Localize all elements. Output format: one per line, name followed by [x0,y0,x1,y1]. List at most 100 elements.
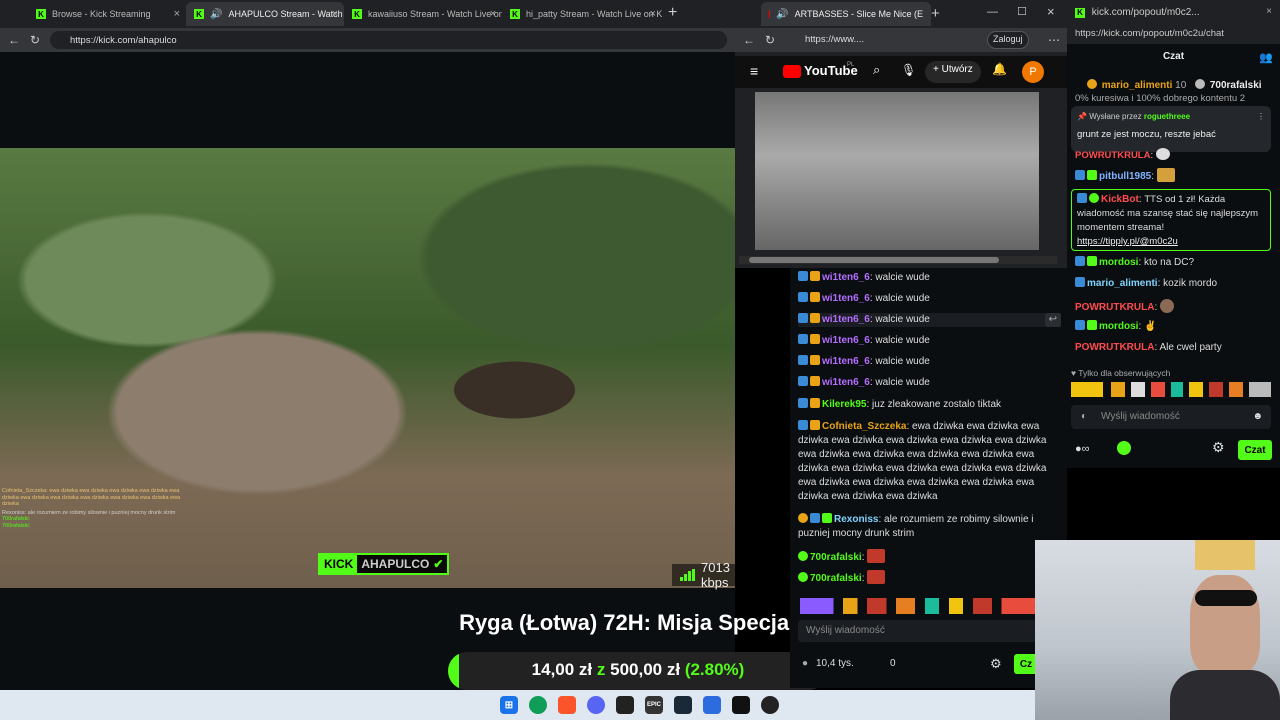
kick-favicon-icon: K [1075,8,1085,18]
tab-ahapulco[interactable]: K 🔊 AHAPULCO Stream - Watch Li × [186,2,344,26]
reload-icon[interactable]: ↻ [765,33,775,47]
gifter-icon [1195,79,1206,89]
emote-icon [1155,148,1170,160]
notifications-icon[interactable]: 🔔 [992,62,1007,76]
url-text[interactable]: https://www.... [805,34,864,45]
maximize-icon[interactable]: ☐ [1017,5,1027,18]
tab-kawaiiuso[interactable]: K kawaiiuso Stream - Watch Live on × [344,2,502,26]
close-window-icon[interactable]: × [1266,5,1272,19]
youtube-video[interactable] [755,92,1039,250]
settings-icon[interactable]: ⚙ [1212,440,1225,454]
store-icon[interactable] [703,696,721,714]
close-icon[interactable]: × [490,8,496,20]
menu-icon[interactable]: ≡ [750,63,758,79]
avatar[interactable]: P [1022,61,1044,83]
chat-username[interactable]: wi1ten6_6 [822,293,870,304]
new-tab-icon[interactable]: + [931,5,940,22]
popout-send-button[interactable]: Czat [1238,440,1272,460]
chat-username[interactable]: 700rafalski [810,552,862,563]
tab-hi-patty[interactable]: K hi_patty Stream - Watch Live on K × [502,2,662,26]
back-icon[interactable]: ← [8,33,20,47]
close-icon[interactable]: × [174,8,180,20]
tab-artbasses[interactable]: 🔊 ARTBASSES - Slice Me Nice (E [761,2,931,26]
chat-text: walcie wude [875,377,930,388]
brave-icon[interactable] [558,696,576,714]
kick-channel-badge: KICK AHAPULCO ✔ [318,553,450,575]
chat-username[interactable]: wi1ten6_6 [822,335,870,346]
settings-icon[interactable]: ⚙ [990,656,1002,672]
youtube-logo-icon[interactable] [783,65,801,78]
steam-icon[interactable] [674,696,692,714]
url-input[interactable]: https://kick.com/ahapulco [50,31,727,49]
close-icon[interactable]: × [332,8,338,20]
chat-username[interactable]: Rexoniss [834,514,878,525]
more-vertical-icon[interactable]: ⋮ [1257,110,1265,124]
reply-icon[interactable]: ↩ [1044,313,1061,327]
popout-url-bar: https://kick.com/popout/m0c2u/chat [1067,24,1280,44]
emote-bar[interactable] [800,598,1040,614]
minimize-icon[interactable]: — [987,6,998,18]
chat-username[interactable]: pitbull1985 [1099,171,1151,182]
app-icon[interactable] [616,696,634,714]
kick-favicon-icon: K [36,9,46,19]
chat-input[interactable]: Wyślij wiadomość [798,620,1048,642]
chat-username[interactable]: mario_alimenti [1087,278,1158,289]
horizontal-scrollbar[interactable] [739,256,1057,264]
reload-icon[interactable]: ↻ [30,33,40,47]
back-icon[interactable]: ← [743,33,755,47]
bitrate-indicator: 7013 kbps [672,560,738,590]
subscriber-badge-icon [1075,256,1085,266]
chat-username[interactable]: wi1ten6_6 [822,356,870,367]
chat-message: POWRUTKRULA: [1075,148,1170,163]
chat-username[interactable]: POWRUTKRULA [1075,302,1154,313]
points-icon[interactable]: ●∞ [1075,442,1090,456]
gifter-name[interactable]: mario_alimenti [1102,80,1173,91]
close-window-icon[interactable]: × [1047,4,1055,19]
chat-username[interactable]: wi1ten6_6 [822,272,870,283]
users-icon[interactable]: 👥 [1259,51,1273,65]
crown-badge-icon [810,420,820,430]
popout-url[interactable]: https://kick.com/popout/m0c2u/chat [1075,28,1224,39]
chat-username[interactable]: Cofnieta_Szczeka [822,421,906,432]
microphone-icon[interactable]: 🎙 [901,63,916,77]
chat-username[interactable]: 700rafalski [810,573,862,584]
chat-username[interactable]: wi1ten6_6 [822,314,870,325]
obs-icon[interactable] [732,696,750,714]
app-icon-2[interactable] [761,696,779,714]
emote-bar[interactable] [1071,382,1271,397]
vip-badge-icon [822,513,832,523]
close-icon[interactable]: × [650,8,656,20]
chat-username[interactable]: POWRUTKRULA [1075,150,1150,161]
popout-chat-input[interactable]: ◐ Wyślij wiadomość ☻ [1071,405,1271,429]
kick-logo-icon[interactable] [1117,441,1131,455]
gifter-name[interactable]: 700rafalski [1210,80,1262,91]
chat-username[interactable]: POWRUTKRULA [1075,342,1154,353]
edge-icon[interactable] [529,696,547,714]
pinned-by-user[interactable]: roguethreee [1144,112,1190,121]
chat-username[interactable]: mordosi [1099,321,1138,332]
followers-only-text: Tylko dla obserwujących [1078,368,1171,378]
windows-start-icon[interactable]: ⊞ [500,696,518,714]
chat-username[interactable]: mordosi [1099,257,1138,268]
tab-browse[interactable]: K Browse - Kick Streaming × [28,2,186,26]
create-label: Utwórz [941,64,973,75]
epic-games-icon[interactable]: EPIC [645,696,663,714]
chat-message: 700rafalski: [798,570,1061,586]
search-icon[interactable]: ⌕ [873,62,880,78]
more-icon[interactable]: ⋯ [1048,33,1060,47]
new-tab-icon[interactable]: + [668,4,677,22]
scrollbar-thumb[interactable] [749,257,999,263]
login-button[interactable]: Zaloguj [987,31,1029,49]
kickbot-link[interactable]: https://tipply.pl/@m0c2u [1077,235,1265,249]
chat-text: ewa dziwka ewa dziwka ewa dziwka ewa dzi… [798,421,1047,502]
discord-icon[interactable] [587,696,605,714]
verified-badge-icon [1089,193,1099,203]
chat-username[interactable]: Kilerek95 [822,399,866,410]
goal-percent: (2.80%) [684,660,745,679]
emoji-icon[interactable]: ☻ [1252,410,1263,424]
chat-username[interactable]: wi1ten6_6 [822,377,870,388]
sunglasses [1195,590,1257,606]
chat-username[interactable]: KickBot [1101,194,1139,205]
chat-message: wi1ten6_6: walcie wude [798,271,1061,285]
create-button[interactable]: + Utwórz [925,61,981,83]
